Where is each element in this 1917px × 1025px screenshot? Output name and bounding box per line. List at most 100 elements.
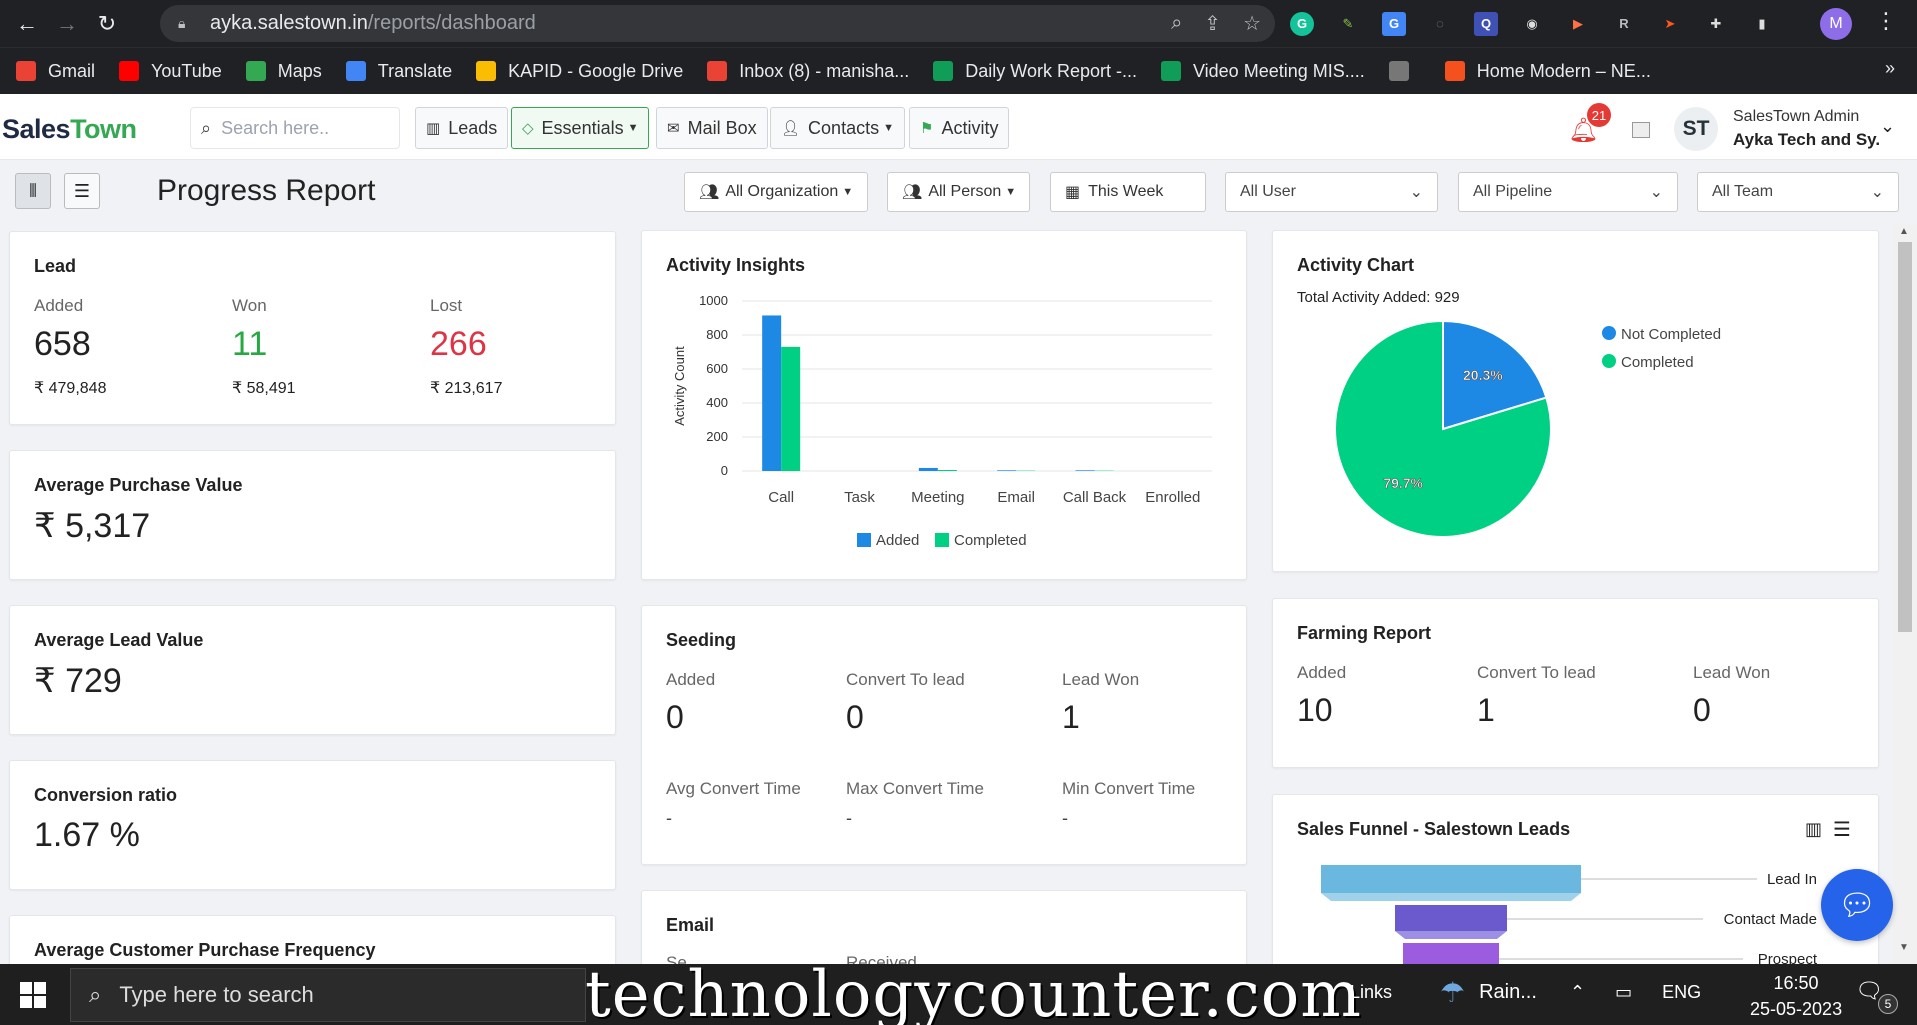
lead-won-value: 11 (232, 325, 268, 363)
nav-activity-button[interactable]: ⚑ Activity (909, 107, 1010, 149)
grammarly-icon[interactable]: G (1290, 11, 1314, 36)
zoom-icon[interactable]: ⌕ (1171, 12, 1182, 35)
card-title: Average Purchase Value (34, 475, 243, 495)
avatar[interactable]: ST (1674, 107, 1718, 151)
list-view-icon[interactable]: ☰ (1833, 817, 1851, 842)
bookmark-item[interactable]: Translate (345, 61, 452, 82)
sidepanel-icon[interactable]: ▮ (1750, 12, 1774, 36)
avg-purchase-card: Average Purchase Value ₹ 5,317 (9, 450, 616, 580)
legend-label[interactable]: Completed (1621, 354, 1694, 371)
nav-mailbox-button[interactable]: ✉ Mail Box (656, 107, 768, 149)
y-tick-label: 1000 (699, 293, 728, 308)
flag-icon: ⚑ (920, 120, 934, 137)
lead-lost-label: Lost (430, 296, 463, 315)
bookmark-item[interactable]: Inbox (8) - manisha... (707, 61, 909, 82)
page-scrollbar[interactable]: ▲ ▼ (1893, 224, 1917, 964)
translate-ext-icon[interactable]: G (1382, 11, 1406, 36)
organization-filter[interactable]: 👥︎ All Organization ▼ (684, 172, 868, 212)
legend-label[interactable]: Completed (954, 532, 1027, 549)
bar-added[interactable] (997, 470, 1017, 471)
reload-icon[interactable]: ↻ (90, 7, 124, 41)
circle-ext-icon[interactable]: ◌ (1428, 12, 1452, 36)
user-name[interactable]: SalesTown Admin (1733, 108, 1859, 126)
rx-ext-icon[interactable]: R (1612, 12, 1636, 36)
bookmark-item[interactable]: Gmail (16, 61, 95, 82)
bookmarks-overflow-icon[interactable]: » (1885, 58, 1895, 79)
diamond-icon: ◇ (522, 120, 534, 137)
extensions-bar: G ✎ G ◌ Q ◉ ▶ R ➤ ✚ ▮ (1290, 0, 1774, 47)
scroll-down-icon[interactable]: ▼ (1899, 942, 1909, 953)
translate-icon (345, 61, 366, 81)
bookmark-item[interactable]: YouTube (119, 61, 222, 82)
nav-leads-button[interactable]: ▥ Leads (415, 107, 509, 149)
chevron-up-icon[interactable]: ⌃ (1570, 982, 1585, 1003)
team-select[interactable]: All Team ⌄ (1697, 172, 1899, 212)
bolt-ext-icon[interactable]: ➤ (1658, 12, 1682, 36)
list-view-icon[interactable]: ☰ (64, 173, 100, 209)
person-filter[interactable]: 👥︎ All Person ▼ (887, 172, 1030, 212)
caret-down-icon: ▼ (842, 186, 854, 198)
bookmark-star-icon[interactable]: ☆ (1243, 11, 1261, 36)
lead-card: Lead Added 658 ₹ 479,848 Won 11 ₹ 58,491… (9, 231, 616, 425)
bookmark-item[interactable]: Daily Work Report -... (933, 61, 1137, 82)
display-icon[interactable]: ▭ (1615, 982, 1632, 1003)
chevron-down-icon: ⌄ (1870, 184, 1884, 201)
profile-avatar[interactable]: M (1820, 8, 1852, 40)
chevron-down-icon[interactable]: ⌄ (1880, 116, 1895, 137)
users-icon: 👥︎ (699, 184, 720, 201)
url-text[interactable]: ayka.salestown.in/reports/dashboard (210, 12, 536, 35)
bookmark-item[interactable]: KAPID - Google Drive (476, 61, 683, 82)
avg-lead-value: ₹ 729 (34, 662, 122, 700)
bar-chart-view-icon[interactable]: ▥ (1805, 819, 1822, 840)
kebab-menu-icon[interactable]: ⋮ (1875, 8, 1897, 34)
bookmark-item[interactable]: Video Meeting MIS.... (1160, 61, 1365, 82)
taskbar-search-input[interactable]: ⌕ Type here to search (70, 968, 586, 1022)
legend-label[interactable]: Not Completed (1621, 326, 1721, 343)
taskbar-clock[interactable]: 16:50 25-05-2023 (1750, 970, 1842, 1022)
bar-added[interactable] (762, 315, 782, 471)
user-select[interactable]: All User ⌄ (1225, 172, 1438, 212)
conversion-value: 1.67 % (34, 816, 140, 854)
user-company[interactable]: Ayka Tech and Sy. (1733, 130, 1880, 150)
app-header: SalesTown ⌕ Search here.. ▥ Leads ◇ Essenti… (0, 94, 1917, 160)
pipeline-select[interactable]: All Pipeline ⌄ (1458, 172, 1678, 212)
x-tick-label: Enrolled (1145, 489, 1200, 506)
sales-funnel-chart: Lead In Contact Made Prospect (1321, 865, 1818, 974)
language-indicator[interactable]: ENG (1662, 982, 1701, 1003)
search-input[interactable]: ⌕ Search here.. (190, 107, 400, 149)
windows-start-icon[interactable] (20, 982, 46, 1008)
legend-label[interactable]: Added (876, 532, 919, 549)
taskbar-links[interactable]: Links (1350, 982, 1392, 1003)
search-ext-icon[interactable]: Q (1474, 11, 1498, 36)
taskbar-weather[interactable]: ☂ Rain... (1440, 976, 1537, 1009)
kanban-view-icon[interactable]: ⫴ (15, 173, 51, 209)
video-ext-icon[interactable]: ▶ (1566, 12, 1590, 36)
bar-completed[interactable] (937, 469, 957, 471)
nav-essentials-button[interactable]: ◇ Essentials ▼ (511, 107, 650, 149)
bar-added[interactable] (918, 467, 938, 471)
activity-insights-card: Activity Insights 0 200 400 600 800 1000 Activ… (641, 230, 1247, 580)
y-axis-label: Activity Count (672, 346, 687, 426)
dropper-icon[interactable]: ✎ (1336, 12, 1360, 36)
bookmark-item[interactable]: Maps (245, 61, 322, 82)
salestown-logo[interactable]: SalesTown (2, 114, 137, 145)
chat-button[interactable]: 💬︎ (1821, 869, 1893, 941)
bookmark-item[interactable]: Home Modern – NE... (1444, 61, 1651, 82)
scroll-up-icon[interactable]: ▲ (1899, 226, 1909, 237)
date-filter[interactable]: ▦ This Week (1050, 172, 1206, 212)
puzzle-icon[interactable]: ✚ (1704, 12, 1728, 36)
back-icon[interactable]: ← (10, 7, 44, 41)
address-bar[interactable]: 🔒︎ ayka.salestown.in/reports/dashboard ⌕… (160, 5, 1275, 42)
nav-contacts-button[interactable]: 👤︎ Contacts ▼ (770, 107, 905, 149)
bar-added[interactable] (1075, 470, 1095, 471)
bookmark-item[interactable] (1388, 61, 1421, 81)
camera-icon[interactable]: ◉ (1520, 12, 1544, 36)
share-icon[interactable]: ⇪ (1204, 11, 1221, 36)
forward-icon[interactable]: → (50, 7, 84, 41)
bar-completed[interactable] (781, 346, 801, 471)
scroll-thumb[interactable] (1898, 242, 1912, 632)
seeding-convert-label: Convert To lead (846, 670, 965, 689)
caret-down-icon: ▼ (883, 122, 894, 134)
pie-slice-label: 79.7% (1383, 475, 1423, 491)
funnel-label: Contact Made (1724, 911, 1817, 928)
